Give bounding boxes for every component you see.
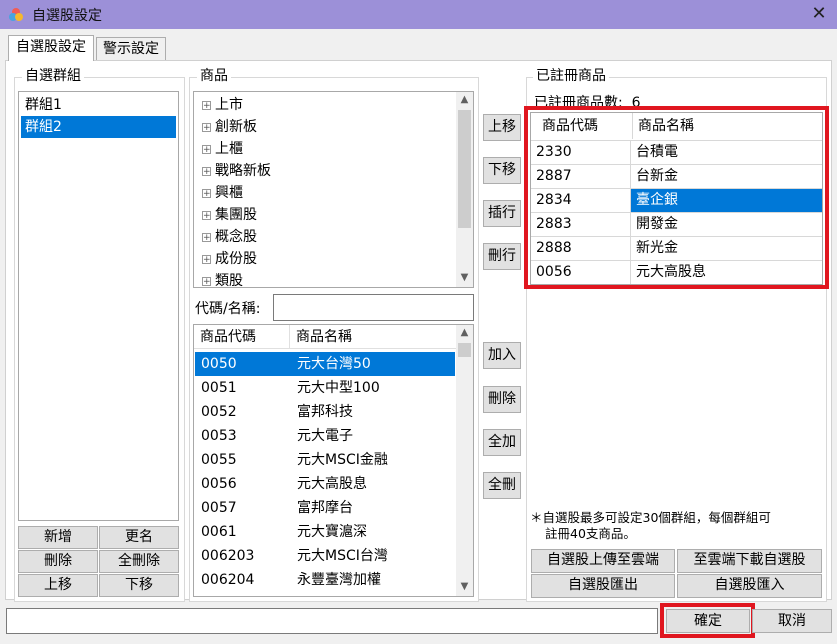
tree-node-listed[interactable]: + 上市 [202,94,243,116]
note-text: ＊自選股最多可設定30個群組，每個群組可 註冊40支商品。 [530,510,771,542]
table-row[interactable]: 0055 元大MSCI金融 [195,448,455,472]
table-row[interactable]: 006203 元大MSCI台灣 [195,544,455,568]
tree-expand-icon[interactable]: + [202,233,211,243]
move-up-button[interactable]: 上移 [483,114,521,141]
delete-row-button[interactable]: 刪行 [483,243,521,270]
registered-grid[interactable]: 商品代碼 商品名稱 2330 台積電 2887 台新金 2834 臺企銀 2883 開發… [530,112,823,285]
list-item-group2[interactable]: 群組2 [21,116,176,138]
tree-node-emerging[interactable]: + 興櫃 [202,182,243,204]
tab-watchlist-settings[interactable]: 自選股設定 [8,35,94,61]
product-grid-scrollbar[interactable]: ▲ ▼ [456,325,473,596]
table-row[interactable]: 0051 元大中型100 [195,376,455,400]
import-watchlist-button[interactable]: 自選股匯入 [677,574,822,598]
table-row[interactable]: 0057 富邦摩台 [195,496,455,520]
tree-expand-icon[interactable]: + [202,123,211,133]
tree-expand-icon[interactable]: + [202,189,211,199]
note-line-2: 註冊40支商品。 [545,526,636,541]
scroll-up-icon[interactable]: ▲ [456,92,473,109]
table-row[interactable]: 0056 元大高股息 [531,260,822,284]
category-tree[interactable]: + 上市 + 創新板 + 上櫃 + 戰略新板 + 興櫃 + 集團股 + 概念股 + 成份股 + 類… [193,91,474,288]
table-row[interactable]: 2330 台積電 [531,140,822,165]
add-product-button[interactable]: 加入 [483,342,521,369]
search-label: 代碼/名稱: [195,301,261,317]
product-grid[interactable]: 商品代碼 商品名稱 0050 元大台灣50 0051 元大中型100 0052 富邦科… [193,324,474,597]
tree-expand-icon[interactable]: + [202,101,211,111]
search-input[interactable] [273,294,474,321]
title-bar [0,0,837,29]
tree-expand-icon[interactable]: + [202,255,211,265]
cancel-button[interactable]: 取消 [752,609,832,633]
product-grid-header: 商品代碼 商品名稱 [194,325,456,349]
add-group-button[interactable]: 新增 [18,526,98,549]
scroll-up-icon[interactable]: ▲ [456,325,473,342]
download-from-cloud-button[interactable]: 至雲端下載自選股 [677,549,822,573]
tree-expand-icon[interactable]: + [202,211,211,221]
delete-group-button[interactable]: 刪除 [18,550,98,573]
registered-grid-header: 商品代碼 商品名稱 [531,113,822,139]
tree-expand-icon[interactable]: + [202,277,211,287]
table-row[interactable]: 2834 臺企銀 [531,188,822,213]
table-row[interactable]: 006204 永豐臺灣加權 [195,568,455,592]
tree-node-components[interactable]: + 成份股 [202,248,257,270]
column-header-code[interactable]: 商品代碼 [194,325,290,349]
export-watchlist-button[interactable]: 自選股匯出 [531,574,675,598]
move-group-up-button[interactable]: 上移 [18,574,98,597]
rename-group-button[interactable]: 更名 [99,526,179,549]
move-group-down-button[interactable]: 下移 [99,574,179,597]
add-all-button[interactable]: 全加 [483,429,521,456]
window-title: 自選股設定 [32,8,102,24]
move-down-button[interactable]: 下移 [483,157,521,184]
tree-scrollbar[interactable]: ▲ ▼ [456,92,473,287]
registered-count-value: 6 [631,95,641,111]
tree-node-concept[interactable]: + 概念股 [202,226,257,248]
group-list-title: 自選群組 [22,68,84,84]
column-header-name[interactable]: 商品名稱 [633,113,822,139]
tab-alert-settings[interactable]: 警示設定 [96,37,166,60]
insert-row-button[interactable]: 插行 [483,200,521,227]
app-logo-icon [9,8,23,21]
tree-scroll-thumb[interactable] [458,110,471,228]
tree-expand-icon[interactable]: + [202,145,211,155]
products-title: 商品 [197,68,231,84]
tree-node-innovation[interactable]: + 創新板 [202,116,257,138]
tree-node-otc[interactable]: + 上櫃 [202,138,243,160]
upload-to-cloud-button[interactable]: 自選股上傳至雲端 [531,549,675,573]
table-row[interactable]: 0052 富邦科技 [195,400,455,424]
close-icon[interactable]: ✕ [806,2,832,26]
remove-all-button[interactable]: 全刪 [483,472,521,499]
registered-title: 已註冊商品 [533,68,609,84]
table-row[interactable]: 2888 新光金 [531,236,822,261]
table-row[interactable]: 0061 元大寶滬深 [195,520,455,544]
product-grid-scroll-thumb[interactable] [458,343,471,357]
note-line-1: ＊自選股最多可設定30個群組，每個群組可 [530,510,771,525]
remove-product-button[interactable]: 刪除 [483,386,521,413]
table-row[interactable]: 2887 台新金 [531,164,822,189]
table-row[interactable]: 2883 開發金 [531,212,822,237]
scroll-down-icon[interactable]: ▼ [456,270,473,287]
tree-node-sector[interactable]: + 類股 [202,270,243,287]
ok-button[interactable]: 確定 [666,609,750,633]
status-field[interactable] [6,608,658,634]
column-header-code[interactable]: 商品代碼 [537,113,633,139]
list-item-group1[interactable]: 群組1 [21,94,176,116]
table-row[interactable]: 0053 元大電子 [195,424,455,448]
tree-node-strategic[interactable]: + 戰略新板 [202,160,271,182]
tree-expand-icon[interactable]: + [202,167,211,177]
table-row[interactable]: 0050 元大台灣50 [195,352,455,376]
table-row[interactable]: 0056 元大高股息 [195,472,455,496]
registered-count-label: 已註冊商品數: 6 [534,95,641,111]
group-listbox[interactable]: 群組1 群組2 [18,91,179,521]
column-header-name[interactable]: 商品名稱 [290,325,456,349]
tree-node-conglomerate[interactable]: + 集團股 [202,204,257,226]
delete-all-groups-button[interactable]: 全刪除 [99,550,179,573]
scroll-down-icon[interactable]: ▼ [456,579,473,596]
